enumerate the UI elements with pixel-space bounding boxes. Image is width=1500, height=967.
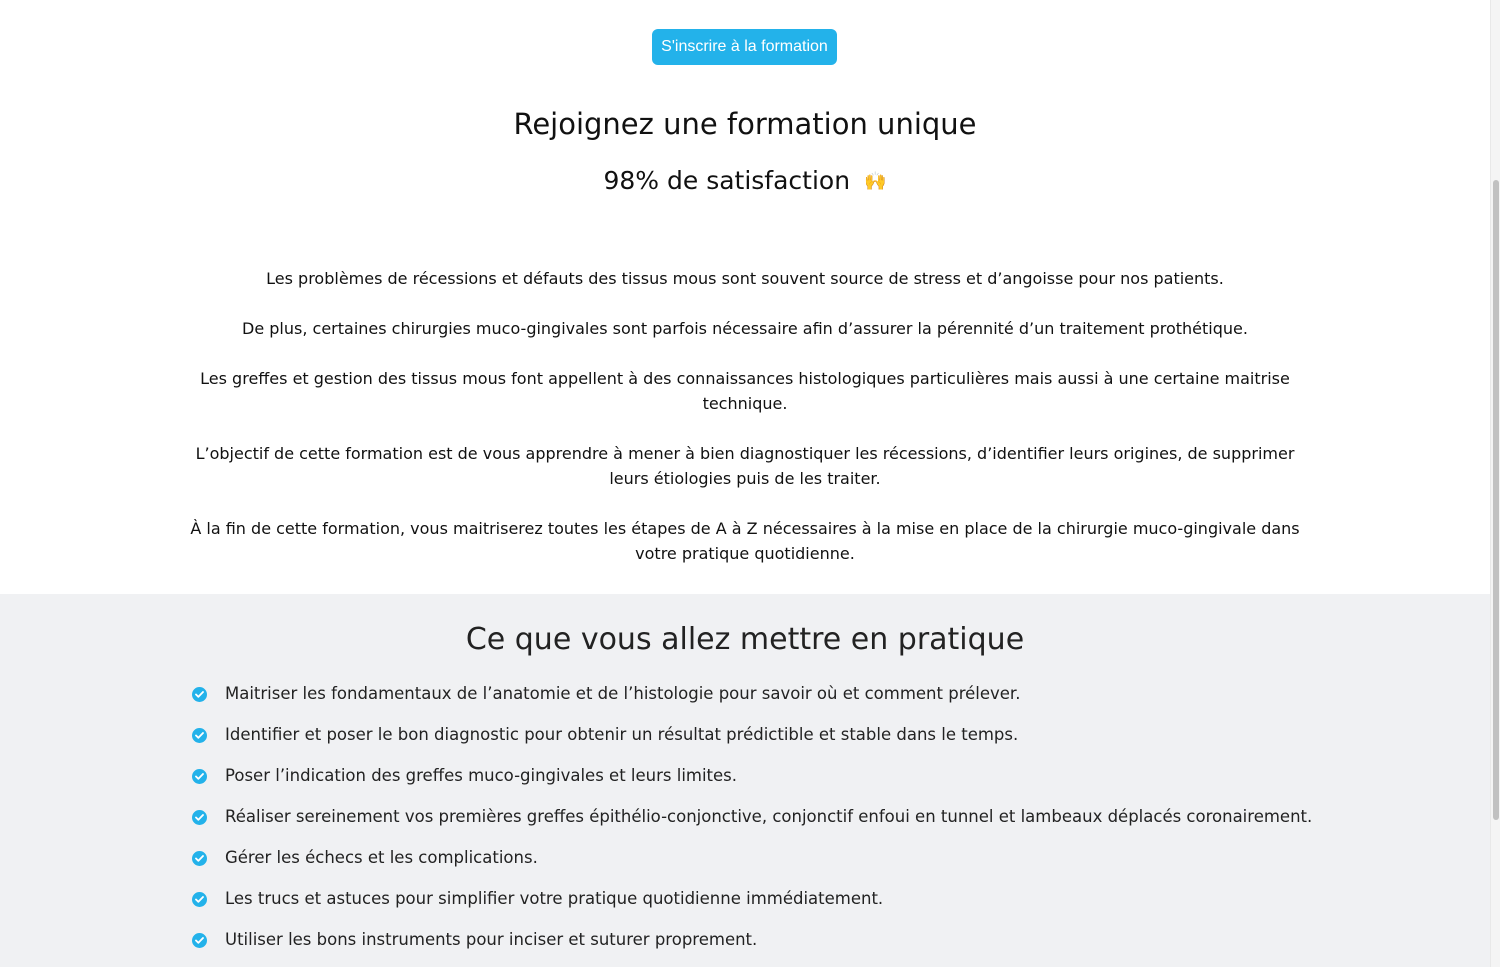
list-item-label: Poser l’indication des greffes muco-ging… (225, 766, 738, 785)
check-circle-icon (192, 769, 207, 784)
hero-subtitle: 98% de satisfaction (603, 166, 851, 195)
vertical-scrollbar[interactable] (1490, 0, 1500, 967)
list-item-label: Réaliser sereinement vos premières greff… (225, 807, 1313, 826)
intro-paragraph: De plus, certaines chirurgies muco-gingi… (242, 319, 1248, 338)
intro-section: S'inscrire à la formation Rejoignez une … (0, 0, 1490, 594)
intro-paragraph: Les problèmes de récessions et défauts d… (266, 269, 1224, 288)
list-item: Poser l’indication des greffes muco-ging… (192, 764, 1312, 805)
list-item-label: Maitriser les fondamentaux de l’anatomie… (225, 684, 1021, 703)
check-circle-icon (192, 851, 207, 866)
list-item: Les trucs et astuces pour simplifier vot… (192, 887, 1312, 928)
intro-paragraph: L’objectif de cette formation est de vou… (195, 444, 1295, 488)
intro-text: Les problèmes de récessions et défauts d… (190, 266, 1300, 591)
list-item-label: Utiliser les bons instruments pour incis… (225, 930, 758, 949)
check-circle-icon (192, 687, 207, 702)
intro-paragraph: Les greffes et gestion des tissus mous f… (200, 369, 1290, 413)
list-item: Maitriser les fondamentaux de l’anatomie… (192, 682, 1312, 723)
practice-list: Maitriser les fondamentaux de l’anatomie… (192, 682, 1312, 967)
list-item-label: Les trucs et astuces pour simplifier vot… (225, 889, 884, 908)
hero-title: Rejoignez une formation unique (513, 107, 977, 141)
register-button[interactable]: S'inscrire à la formation (652, 29, 837, 65)
hero-subtitle-row: 98% de satisfaction 🙌 (0, 163, 1490, 200)
check-circle-icon (192, 933, 207, 948)
list-item-label: Identifier et poser le bon diagnostic po… (225, 725, 1019, 744)
raised-hands-icon: 🙌 (864, 171, 887, 192)
list-item: Réaliser sereinement vos premières greff… (192, 805, 1312, 846)
practice-section: Ce que vous allez mettre en pratique Mai… (0, 594, 1490, 967)
list-item: Utiliser les bons instruments pour incis… (192, 928, 1312, 967)
check-circle-icon (192, 810, 207, 825)
page: S'inscrire à la formation Rejoignez une … (0, 0, 1500, 967)
list-item: Gérer les échecs et les complications. (192, 846, 1312, 887)
check-circle-icon (192, 892, 207, 907)
intro-paragraph: À la fin de cette formation, vous maitri… (190, 519, 1300, 563)
list-item-label: Gérer les échecs et les complications. (225, 848, 538, 867)
practice-title: Ce que vous allez mettre en pratique (465, 622, 1025, 657)
check-circle-icon (192, 728, 207, 743)
list-item: Identifier et poser le bon diagnostic po… (192, 723, 1312, 764)
scrollbar-thumb[interactable] (1493, 180, 1499, 820)
